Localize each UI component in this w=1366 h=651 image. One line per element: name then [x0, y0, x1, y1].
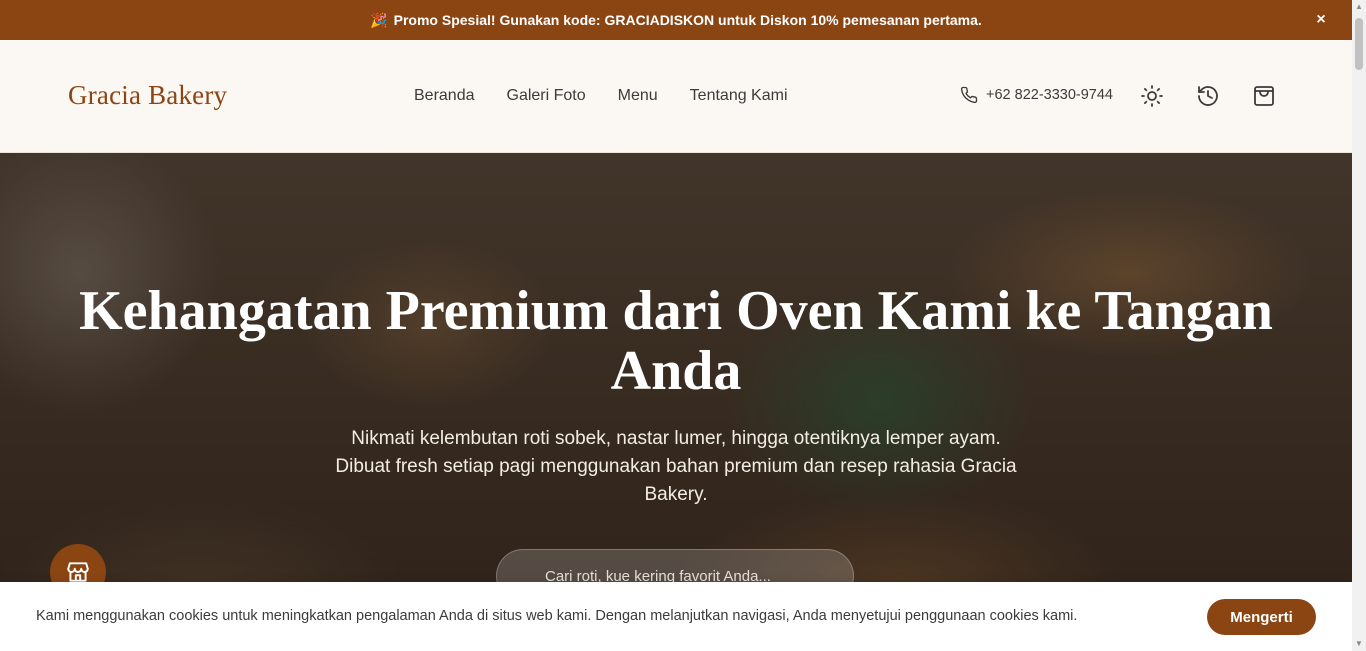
order-history-button[interactable]	[1196, 84, 1220, 108]
shopping-bag-icon	[1254, 86, 1274, 106]
scroll-down-arrow-icon[interactable]: ▼	[1354, 639, 1364, 649]
history-icon	[1198, 86, 1218, 106]
cookie-banner: Kami menggunakan cookies untuk meningkat…	[0, 582, 1352, 651]
cookie-text: Kami menggunakan cookies untuk meningkat…	[36, 608, 1078, 624]
nav-link-beranda[interactable]: Beranda	[414, 87, 475, 105]
nav-link-menu[interactable]: Menu	[618, 87, 658, 105]
sun-icon	[1141, 85, 1163, 107]
brand-logo[interactable]: Gracia Bakery	[68, 80, 227, 111]
accept-cookies-button[interactable]: Mengerti	[1207, 599, 1316, 635]
promo-banner: 🎉 Promo Spesial! Gunakan kode: GRACIADIS…	[0, 0, 1352, 40]
phone-contact[interactable]: +62 822-3330-9744	[960, 86, 1113, 104]
nav-link-tentang-kami[interactable]: Tentang Kami	[690, 87, 788, 105]
promo-text: Promo Spesial! Gunakan kode: GRACIADISKO…	[393, 12, 982, 28]
cart-button[interactable]	[1252, 84, 1276, 108]
phone-number: +62 822-3330-9744	[986, 87, 1113, 103]
site-header: Gracia Bakery Beranda Galeri Foto Menu T…	[0, 40, 1352, 153]
close-icon[interactable]: ×	[1312, 11, 1330, 29]
nav-link-galeri-foto[interactable]: Galeri Foto	[507, 87, 586, 105]
theme-toggle-button[interactable]	[1140, 84, 1164, 108]
hero-title: Kehangatan Premium dari Oven Kami ke Tan…	[79, 280, 1273, 402]
hero-section: Kehangatan Premium dari Oven Kami ke Tan…	[0, 153, 1352, 651]
scroll-up-arrow-icon[interactable]: ▲	[1354, 2, 1364, 12]
scrollbar-thumb[interactable]	[1355, 18, 1363, 70]
main-nav: Beranda Galeri Foto Menu Tentang Kami	[414, 87, 788, 105]
scrollbar[interactable]: ▲ ▼	[1352, 0, 1366, 651]
hero-subtitle: Nikmati kelembutan roti sobek, nastar lu…	[335, 428, 1017, 505]
phone-icon	[960, 86, 978, 104]
party-popper-icon: 🎉	[370, 11, 388, 28]
